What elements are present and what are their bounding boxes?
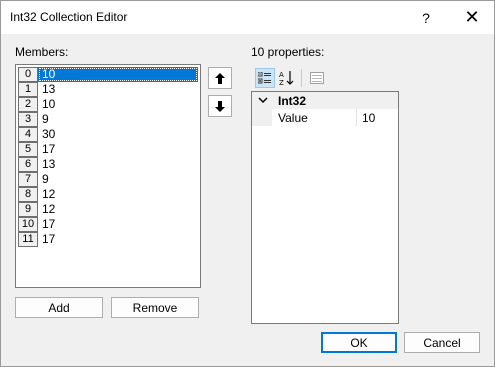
category-label: Int32 (278, 94, 307, 108)
toolbar-separator (301, 69, 302, 87)
arrow-down-icon (215, 100, 225, 112)
move-up-button[interactable] (208, 67, 232, 89)
window-title: Int32 Collection Editor (10, 10, 128, 24)
property-value[interactable]: 10 (362, 111, 375, 125)
list-item[interactable]: 5 17 (16, 142, 200, 157)
property-grid[interactable]: Int32 Value 10 (251, 91, 399, 324)
list-item-index: 0 (18, 67, 38, 82)
arrow-up-icon (215, 72, 225, 84)
property-name: Value (278, 111, 308, 125)
list-item-value[interactable]: 9 (38, 172, 198, 187)
list-item[interactable]: 9 12 (16, 202, 200, 217)
chevron-down-icon[interactable] (258, 94, 268, 108)
remove-button[interactable]: Remove (111, 297, 199, 318)
title-bar: Int32 Collection Editor ? ✕ (1, 1, 494, 34)
list-item[interactable]: 1 13 (16, 82, 200, 97)
members-list[interactable]: 0 10 1 13 2 10 3 9 4 30 5 17 6 13 7 9 8 12 9 12 10 17 11 17 (15, 64, 201, 288)
alphabetical-button[interactable]: A Z (277, 68, 297, 88)
list-item-value[interactable]: 12 (38, 187, 198, 202)
list-item-index: 10 (18, 217, 38, 232)
list-item-value[interactable]: 10 (38, 97, 198, 112)
list-item-value[interactable]: 10 (38, 67, 198, 82)
list-item-index: 1 (18, 82, 38, 97)
list-item[interactable]: 2 10 (16, 97, 200, 112)
list-item[interactable]: 10 17 (16, 217, 200, 232)
list-item-index: 9 (18, 202, 38, 217)
help-button[interactable]: ? (403, 1, 449, 34)
category-row[interactable]: Int32 (252, 92, 398, 109)
ok-button[interactable]: OK (321, 332, 397, 353)
list-item-index: 7 (18, 172, 38, 187)
move-down-button[interactable] (208, 95, 232, 117)
property-divider (356, 109, 357, 126)
svg-text:Z: Z (279, 79, 284, 86)
categorized-icon (258, 72, 271, 84)
list-item-index: 3 (18, 112, 38, 127)
list-item[interactable]: 79 (16, 172, 200, 187)
list-item-index: 2 (18, 97, 38, 112)
list-item-value[interactable]: 17 (38, 232, 198, 247)
property-pages-button[interactable] (307, 68, 327, 88)
list-item[interactable]: 0 10 (16, 67, 200, 82)
list-item[interactable]: 11 17 (16, 232, 200, 247)
svg-text:A: A (279, 71, 284, 79)
list-item[interactable]: 6 13 (16, 157, 200, 172)
list-item[interactable]: 4 30 (16, 127, 200, 142)
properties-label: 10 properties: (251, 45, 325, 59)
list-item-value[interactable]: 9 (38, 112, 198, 127)
list-item-index: 4 (18, 127, 38, 142)
list-item-value[interactable]: 30 (38, 127, 198, 142)
list-item[interactable]: 39 (16, 112, 200, 127)
list-item[interactable]: 8 12 (16, 187, 200, 202)
list-item-value[interactable]: 17 (38, 142, 198, 157)
property-pages-icon (310, 72, 324, 84)
list-item-index: 11 (18, 232, 38, 247)
close-button[interactable]: ✕ (449, 1, 495, 34)
cancel-button[interactable]: Cancel (404, 332, 480, 353)
list-item-index: 6 (18, 157, 38, 172)
list-item-value[interactable]: 17 (38, 217, 198, 232)
members-label: Members: (15, 45, 69, 59)
property-row-margin (252, 109, 272, 126)
collection-editor-window: Int32 Collection Editor ? ✕ Members: 0 10… (0, 0, 495, 367)
list-item-index: 5 (18, 142, 38, 157)
list-item-value[interactable]: 12 (38, 202, 198, 217)
list-item-value[interactable]: 13 (38, 157, 198, 172)
categorized-button[interactable] (255, 68, 275, 88)
add-button[interactable]: Add (15, 297, 103, 318)
sort-alphabetical-icon: A Z (279, 71, 294, 86)
property-row-value[interactable]: Value 10 (252, 109, 398, 126)
list-item-index: 8 (18, 187, 38, 202)
list-item-value[interactable]: 13 (38, 82, 198, 97)
